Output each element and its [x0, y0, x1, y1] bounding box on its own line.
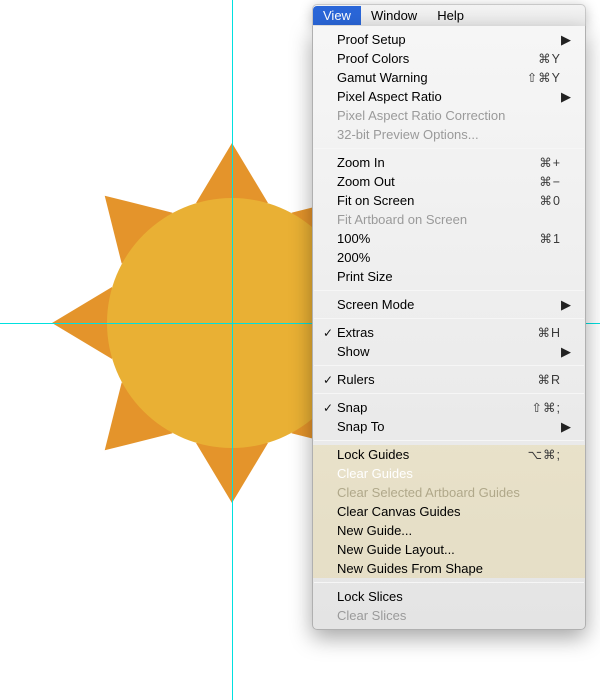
menu-item-label: Print Size: [335, 269, 561, 284]
check-icon: ✓: [321, 373, 335, 387]
menu-item-label: Clear Canvas Guides: [335, 504, 561, 519]
menu-item-lock-slices[interactable]: Lock Slices: [313, 587, 585, 606]
menu-item-fit-screen[interactable]: Fit on Screen⌘0: [313, 191, 585, 210]
menu-item-pixel-aspect-corr: Pixel Aspect Ratio Correction: [313, 106, 585, 125]
menu-item-label: Snap To: [335, 419, 561, 434]
submenu-arrow-icon: ▶: [561, 419, 571, 435]
menu-item-label: Pixel Aspect Ratio Correction: [335, 108, 561, 123]
check-icon: ✓: [321, 401, 335, 415]
guide-vertical[interactable]: [232, 0, 233, 700]
menu-item-shortcut: ⌘H: [537, 325, 561, 340]
menu-bar: View Window Help: [312, 4, 586, 26]
menu-item-new-guides-shape[interactable]: New Guides From Shape: [313, 559, 585, 578]
menu-help[interactable]: Help: [427, 6, 474, 25]
menu-item-label: Zoom Out: [335, 174, 539, 189]
menu-item-pixel-aspect[interactable]: Pixel Aspect Ratio▶: [313, 87, 585, 106]
menu-item-label: 200%: [335, 250, 561, 265]
menu-item-new-guide-layout[interactable]: New Guide Layout...: [313, 540, 585, 559]
menu-item-label: Clear Guides: [335, 466, 561, 481]
menu-item-shortcut: ⌘Y: [538, 51, 561, 66]
menu-item-shortcut: ⌥⌘;: [528, 447, 561, 462]
menu-item-label: Rulers: [335, 372, 537, 387]
menu-item-label: Clear Selected Artboard Guides: [335, 485, 561, 500]
menu-item-label: Lock Guides: [335, 447, 528, 462]
menu-item-label: Zoom In: [335, 155, 539, 170]
menu-item-label: New Guide...: [335, 523, 561, 538]
menu-item-label: Pixel Aspect Ratio: [335, 89, 561, 104]
menu-item-clear-slices: Clear Slices: [313, 606, 585, 625]
menu-item-label: New Guides From Shape: [335, 561, 561, 576]
menu-item-proof-setup[interactable]: Proof Setup▶: [313, 30, 585, 49]
check-icon: ✓: [321, 326, 335, 340]
menu-item-shortcut: ⌘−: [539, 174, 561, 189]
menu-item-label: Lock Slices: [335, 589, 561, 604]
menu-item-clear-sel-artboard: Clear Selected Artboard Guides: [313, 483, 585, 502]
menu-item-p200[interactable]: 200%: [313, 248, 585, 267]
menu-item-snap-to[interactable]: Snap To▶: [313, 417, 585, 436]
menu-item-gamut-warning[interactable]: Gamut Warning⇧⌘Y: [313, 68, 585, 87]
menu-item-preview32: 32-bit Preview Options...: [313, 125, 585, 144]
submenu-arrow-icon: ▶: [561, 344, 571, 360]
menu-item-label: Snap: [335, 400, 532, 415]
menu-item-shortcut: ⇧⌘;: [532, 400, 561, 415]
menu-item-label: New Guide Layout...: [335, 542, 561, 557]
menu-item-shortcut: ⌘1: [540, 231, 561, 246]
menu-item-label: Proof Colors: [335, 51, 538, 66]
menu-item-new-guide[interactable]: New Guide...: [313, 521, 585, 540]
view-menu-dropdown: Proof Setup▶Proof Colors⌘YGamut Warning⇧…: [312, 26, 586, 630]
menu-item-fit-artboard: Fit Artboard on Screen: [313, 210, 585, 229]
menu-item-shortcut: ⇧⌘Y: [527, 70, 561, 85]
menu-item-snap[interactable]: ✓Snap⇧⌘;: [313, 398, 585, 417]
menu-item-zoom-in[interactable]: Zoom In⌘+: [313, 153, 585, 172]
menu-item-lock-guides[interactable]: Lock Guides⌥⌘;: [313, 445, 585, 464]
menu-item-label: Clear Slices: [335, 608, 561, 623]
menu-item-screen-mode[interactable]: Screen Mode▶: [313, 295, 585, 314]
menu-item-label: 100%: [335, 231, 540, 246]
menu-item-label: Show: [335, 344, 561, 359]
menu-item-p100[interactable]: 100%⌘1: [313, 229, 585, 248]
menu-item-label: 32-bit Preview Options...: [335, 127, 561, 142]
submenu-arrow-icon: ▶: [561, 297, 571, 313]
menu-item-shortcut: ⌘0: [540, 193, 561, 208]
menu-item-label: Fit Artboard on Screen: [335, 212, 561, 227]
menu-item-shortcut: ⌘R: [537, 372, 561, 387]
menu-item-label: Gamut Warning: [335, 70, 527, 85]
submenu-arrow-icon: ▶: [561, 32, 571, 48]
menu-item-shortcut: ⌘+: [539, 155, 561, 170]
menu-item-label: Screen Mode: [335, 297, 561, 312]
menu-item-zoom-out[interactable]: Zoom Out⌘−: [313, 172, 585, 191]
menu-view[interactable]: View: [313, 6, 361, 25]
menu-item-proof-colors[interactable]: Proof Colors⌘Y: [313, 49, 585, 68]
submenu-arrow-icon: ▶: [561, 89, 571, 105]
menu-item-label: Proof Setup: [335, 32, 561, 47]
menu-item-label: Fit on Screen: [335, 193, 540, 208]
menu-item-label: Extras: [335, 325, 537, 340]
menu-window[interactable]: Window: [361, 6, 427, 25]
menu-item-extras[interactable]: ✓Extras⌘H: [313, 323, 585, 342]
menu-item-clear-guides[interactable]: Clear Guides: [313, 464, 585, 483]
menu-item-print-size[interactable]: Print Size: [313, 267, 585, 286]
menu-item-clear-canvas[interactable]: Clear Canvas Guides: [313, 502, 585, 521]
menu-item-rulers[interactable]: ✓Rulers⌘R: [313, 370, 585, 389]
menu-item-show[interactable]: Show▶: [313, 342, 585, 361]
